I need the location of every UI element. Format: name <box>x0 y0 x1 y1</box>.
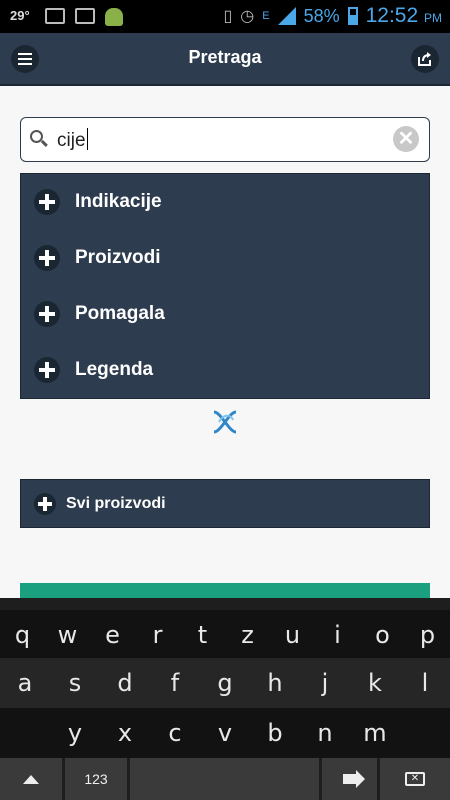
keyboard-row-2: asdfghjkl <box>0 658 450 708</box>
battery-percent: 58% <box>303 5 340 26</box>
keyboard-row-1: qwertzuiop <box>0 610 450 660</box>
soft-keyboard: qwertzuiop asdfghjkl yxcvbnm 123 ✕ <box>0 598 450 800</box>
keyboard-notification-icon <box>45 8 65 24</box>
key-q[interactable]: q <box>0 610 45 660</box>
backspace-key[interactable]: ✕ <box>380 758 450 800</box>
expand-plus-icon <box>34 189 60 215</box>
key-t[interactable]: t <box>180 610 225 660</box>
category-label: Indikacije <box>75 191 162 212</box>
alarm-icon: ◷ <box>240 8 255 25</box>
key-z[interactable]: z <box>225 610 270 660</box>
category-item-legenda[interactable]: Legenda <box>21 342 429 398</box>
key-i[interactable]: i <box>315 610 360 660</box>
status-right: ▯ ◷ E 58% 12:52 PM <box>223 4 442 28</box>
key-a[interactable]: a <box>0 658 50 708</box>
search-field[interactable]: cije ✕ <box>20 117 430 162</box>
key-j[interactable]: j <box>300 658 350 708</box>
shift-arrow-icon <box>23 774 39 784</box>
text-cursor <box>86 128 88 150</box>
brand-logo <box>213 410 237 434</box>
temperature-text: 29° <box>10 8 30 23</box>
shift-key[interactable] <box>0 758 62 800</box>
key-l[interactable]: l <box>400 658 450 708</box>
key-g[interactable]: g <box>200 658 250 708</box>
key-s[interactable]: s <box>50 658 100 708</box>
category-item-proizvodi[interactable]: Proizvodi <box>21 230 429 286</box>
key-k[interactable]: k <box>350 658 400 708</box>
all-products-item[interactable]: Svi proizvodi <box>20 479 430 528</box>
category-label: Proizvodi <box>75 247 161 268</box>
status-bar: 29° ▯ ◷ E 58% 12:52 PM <box>0 0 450 33</box>
clock: 12:52 PM <box>366 4 442 28</box>
space-key[interactable] <box>130 758 319 800</box>
vibrate-icon: ▯ <box>223 8 233 25</box>
clock-time: 12:52 <box>365 4 419 27</box>
battery-icon <box>347 7 358 25</box>
keyboard-row-3: yxcvbnm <box>0 708 450 758</box>
android-debug-icon <box>105 8 123 26</box>
expand-plus-icon <box>34 357 60 383</box>
numbers-key[interactable]: 123 <box>65 758 127 800</box>
key-u[interactable]: u <box>270 610 315 660</box>
key-r[interactable]: r <box>135 610 180 660</box>
app-header: Pretraga <box>0 33 450 86</box>
search-query-text: cije <box>57 130 86 151</box>
key-p[interactable]: p <box>405 610 450 660</box>
all-products-label: Svi proizvodi <box>66 494 166 512</box>
search-input[interactable]: cije <box>57 128 88 152</box>
go-key[interactable] <box>322 758 377 800</box>
category-list: Indikacije Proizvodi Pomagala Legenda <box>20 173 430 399</box>
key-n[interactable]: n <box>300 708 350 758</box>
expand-plus-icon <box>34 245 60 271</box>
expand-plus-icon <box>34 492 56 515</box>
key-f[interactable]: f <box>150 658 200 708</box>
key-o[interactable]: o <box>360 610 405 660</box>
go-arrow-icon <box>342 770 365 788</box>
share-icon <box>418 52 431 66</box>
clock-ampm: PM <box>424 11 442 25</box>
key-v[interactable]: v <box>200 708 250 758</box>
share-button[interactable] <box>411 45 439 73</box>
key-e[interactable]: e <box>90 610 135 660</box>
signal-icon <box>277 7 296 25</box>
key-b[interactable]: b <box>250 708 300 758</box>
category-label: Pomagala <box>75 303 165 324</box>
category-label: Legenda <box>75 359 154 380</box>
key-m[interactable]: m <box>350 708 400 758</box>
image-notification-icon <box>75 8 95 24</box>
notification-icons <box>45 8 123 26</box>
backspace-icon: ✕ <box>405 772 425 786</box>
key-x[interactable]: x <box>100 708 150 758</box>
category-item-indikacije[interactable]: Indikacije <box>21 174 429 230</box>
key-w[interactable]: w <box>45 610 90 660</box>
key-c[interactable]: c <box>150 708 200 758</box>
key-d[interactable]: d <box>100 658 150 708</box>
page-title: Pretraga <box>188 47 262 67</box>
search-icon <box>30 130 43 143</box>
network-type-label: E <box>262 10 270 22</box>
category-item-pomagala[interactable]: Pomagala <box>21 286 429 342</box>
clear-search-button[interactable]: ✕ <box>393 126 419 152</box>
keyboard-bottom-row: 123 ✕ <box>0 758 450 800</box>
key-y[interactable]: y <box>50 708 100 758</box>
key-h[interactable]: h <box>250 658 300 708</box>
expand-plus-icon <box>34 301 60 327</box>
